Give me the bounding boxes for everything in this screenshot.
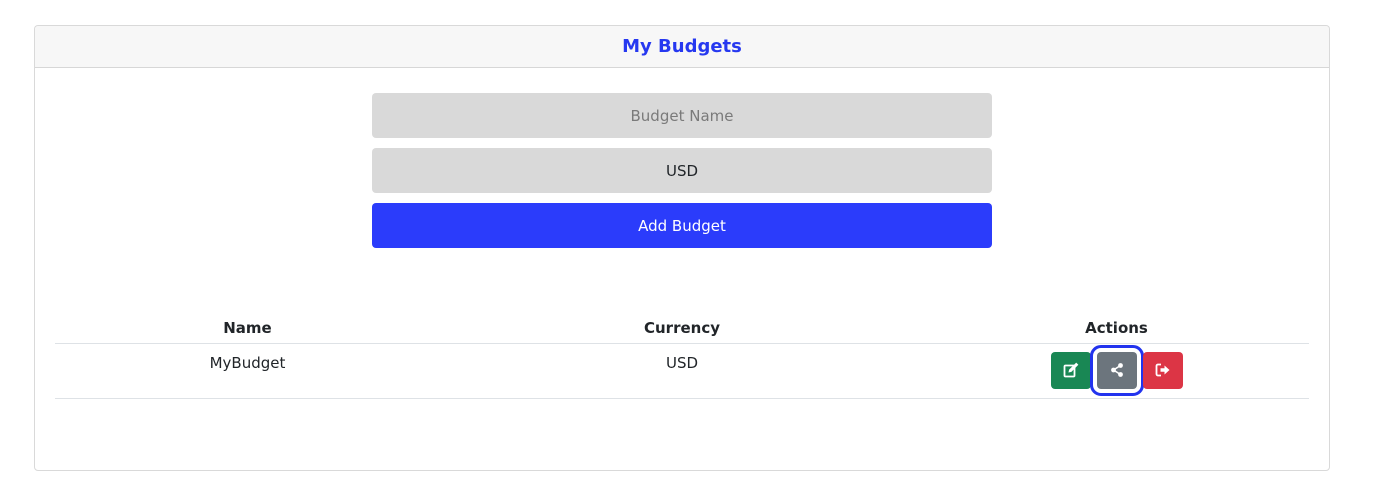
- budgets-table: Name Currency Actions MyBudget USD: [55, 308, 1309, 399]
- page-title: My Budgets: [622, 36, 742, 57]
- add-budget-form: Add Budget: [372, 93, 992, 248]
- table-header-row: Name Currency Actions: [55, 308, 1309, 344]
- sign-out-icon: [1155, 363, 1169, 377]
- budget-name-cell: MyBudget: [55, 343, 440, 399]
- share-icon: [1110, 363, 1123, 377]
- budget-name-input[interactable]: [372, 93, 992, 138]
- edit-budget-button[interactable]: [1050, 351, 1091, 389]
- budget-actions-cell: [924, 343, 1309, 399]
- edit-icon: [1063, 362, 1078, 378]
- leave-budget-button[interactable]: [1142, 351, 1183, 389]
- budget-currency-cell: USD: [440, 343, 924, 399]
- currency-input[interactable]: [372, 148, 992, 193]
- budgets-card: My Budgets Add Budget Name Currency Acti…: [34, 25, 1330, 471]
- table-row: MyBudget USD: [55, 343, 1309, 399]
- column-header-name: Name: [55, 308, 440, 344]
- share-budget-button[interactable]: [1089, 344, 1144, 396]
- column-header-actions: Actions: [924, 308, 1309, 344]
- column-header-currency: Currency: [440, 308, 924, 344]
- add-budget-button[interactable]: Add Budget: [372, 203, 992, 248]
- card-header: My Budgets: [35, 26, 1329, 68]
